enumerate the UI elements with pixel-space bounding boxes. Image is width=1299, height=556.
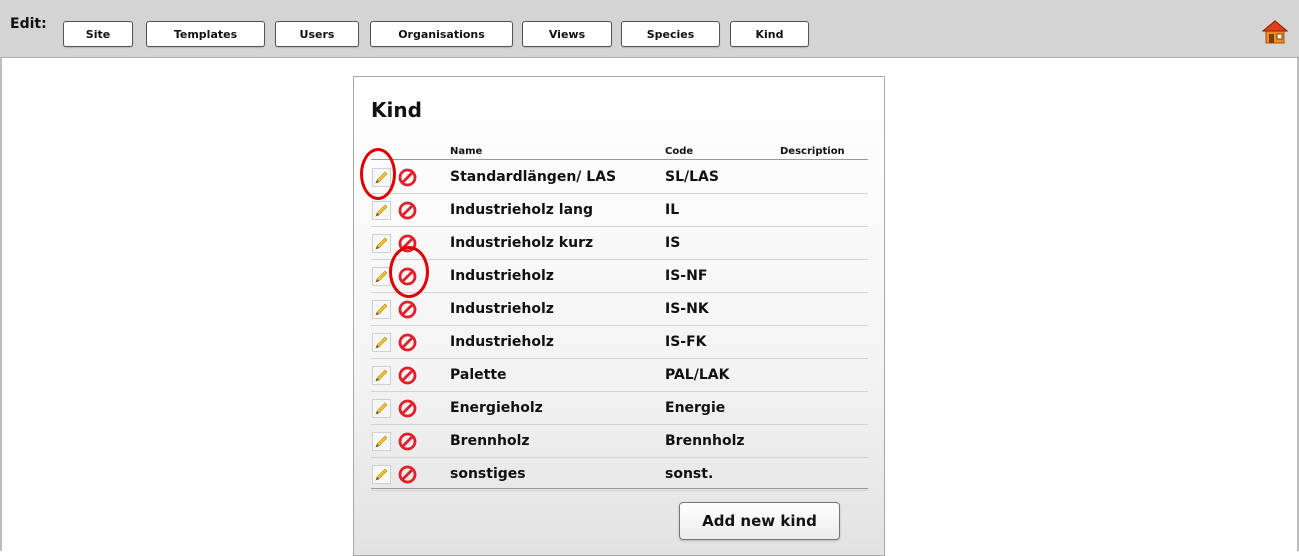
pencil-icon[interactable] [372, 399, 391, 418]
panel-title: Kind [371, 98, 422, 122]
cell-code: Energie [665, 400, 726, 416]
cell-code: Brennholz [665, 433, 745, 449]
cell-code: IS [665, 235, 681, 251]
pencil-icon[interactable] [372, 432, 391, 451]
header-divider [371, 159, 868, 160]
table-row: Palette PAL/LAK [371, 359, 868, 392]
delete-icon[interactable] [398, 399, 417, 418]
pencil-icon[interactable] [372, 366, 391, 385]
pencil-icon[interactable] [372, 201, 391, 220]
cell-name: Energieholz [450, 400, 543, 416]
admin-toolbar: Edit: Site Templates Users Organisations… [0, 0, 1299, 58]
users-button[interactable]: Users [275, 21, 359, 47]
cell-name: Industrieholz [450, 334, 554, 350]
organisations-button[interactable]: Organisations [370, 21, 513, 47]
delete-icon[interactable] [398, 168, 417, 187]
home-icon[interactable] [1262, 20, 1288, 44]
cell-name: Industrieholz [450, 268, 554, 284]
cell-name: Palette [450, 367, 507, 383]
cell-code: SL/LAS [665, 169, 719, 185]
table-row: Industrieholz lang IL [371, 194, 868, 227]
kind-button[interactable]: Kind [730, 21, 809, 47]
views-button[interactable]: Views [522, 21, 612, 47]
table-row: Industrieholz IS-NF [371, 260, 868, 293]
pencil-icon[interactable] [372, 300, 391, 319]
edit-label: Edit: [10, 16, 47, 32]
delete-icon[interactable] [398, 333, 417, 352]
table-row: Brennholz Brennholz [371, 425, 868, 458]
table-row: Industrieholz IS-NK [371, 293, 868, 326]
add-new-kind-button[interactable]: Add new kind [679, 502, 840, 540]
cell-name: Industrieholz kurz [450, 235, 594, 251]
cell-name: Standardlängen/ LAS [450, 169, 617, 185]
cell-name: Industrieholz lang [450, 202, 594, 218]
cell-code: IS-NK [665, 301, 709, 317]
table-row: Industrieholz IS-FK [371, 326, 868, 359]
annotation-circle-edit [360, 148, 396, 200]
column-header-name: Name [450, 146, 483, 157]
cell-code: sonst. [665, 466, 714, 482]
pencil-icon[interactable] [372, 234, 391, 253]
templates-button[interactable]: Templates [146, 21, 265, 47]
cell-name: Brennholz [450, 433, 530, 449]
table-row: sonstiges sonst. [371, 458, 868, 491]
delete-icon[interactable] [398, 432, 417, 451]
table-row: Energieholz Energie [371, 392, 868, 425]
pencil-icon[interactable] [372, 333, 391, 352]
cell-name: sonstiges [450, 466, 526, 482]
annotation-circle-delete [389, 246, 429, 298]
delete-icon[interactable] [398, 465, 417, 484]
column-header-code: Code [665, 146, 694, 157]
site-button[interactable]: Site [63, 21, 133, 47]
pencil-icon[interactable] [372, 465, 391, 484]
cell-name: Industrieholz [450, 301, 554, 317]
cell-code: IS-NF [665, 268, 708, 284]
cell-code: IL [665, 202, 680, 218]
cell-code: PAL/LAK [665, 367, 730, 383]
delete-icon[interactable] [398, 201, 417, 220]
delete-icon[interactable] [398, 300, 417, 319]
species-button[interactable]: Species [621, 21, 720, 47]
table-bottom-divider [371, 488, 868, 489]
table-row: Standardlängen/ LAS SL/LAS [371, 161, 868, 194]
delete-icon[interactable] [398, 366, 417, 385]
kind-panel: Kind Name Code Description Standardlänge… [353, 76, 885, 556]
column-header-description: Description [780, 146, 845, 157]
table-row: Industrieholz kurz IS [371, 227, 868, 260]
cell-code: IS-FK [665, 334, 707, 350]
